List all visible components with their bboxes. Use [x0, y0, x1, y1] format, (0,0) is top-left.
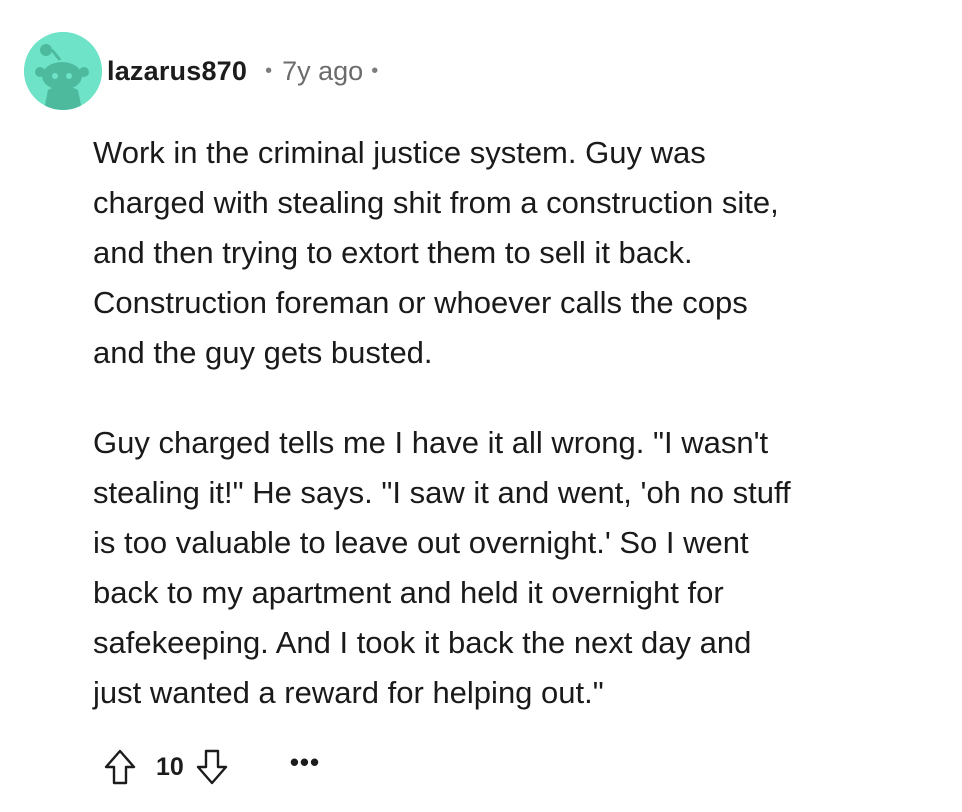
- upvote-arrow-icon: [104, 749, 136, 785]
- vote-score: 10: [156, 752, 184, 781]
- snoo-avatar-graphic: [24, 32, 102, 110]
- comment-header: lazarus870 • 7y ago •: [24, 30, 378, 112]
- comment-author[interactable]: lazarus870: [107, 56, 247, 87]
- comment-body: Work in the criminal justice system. Guy…: [93, 128, 943, 758]
- comment-timestamp: 7y ago: [282, 55, 364, 86]
- comment-paragraph: Work in the criminal justice system. Guy…: [93, 135, 779, 370]
- comment-actions: 10 •••: [100, 742, 320, 792]
- snoo-avatar-icon[interactable]: [24, 32, 102, 110]
- more-options-icon[interactable]: •••: [290, 749, 320, 785]
- comment-paragraph: Guy charged tells me I have it all wrong…: [93, 425, 791, 710]
- meta-separator-trailing: •: [371, 59, 379, 82]
- downvote-button[interactable]: [192, 745, 232, 789]
- downvote-arrow-icon: [196, 749, 228, 785]
- meta-separator: •: [265, 59, 273, 82]
- comment: lazarus870 • 7y ago • Work in the crimin…: [0, 0, 962, 812]
- upvote-button[interactable]: [100, 745, 140, 789]
